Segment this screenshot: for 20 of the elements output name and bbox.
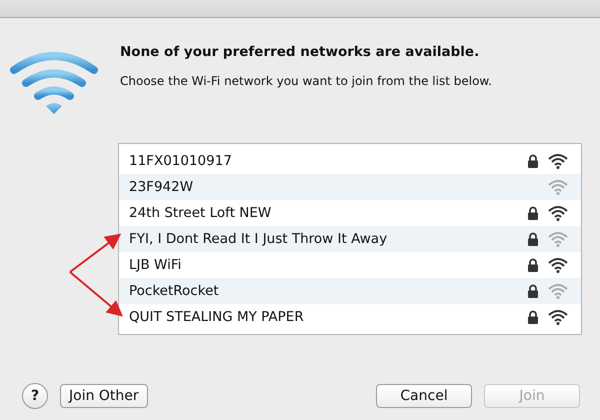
network-name: LJB WiFi	[129, 257, 182, 273]
network-row[interactable]: LJB WiFi	[119, 252, 581, 278]
join-other-button[interactable]: Join Other	[60, 384, 148, 408]
network-row[interactable]: 23F942W	[119, 174, 581, 200]
network-row[interactable]: PocketRocket	[119, 278, 581, 304]
dialog-message: Choose the Wi-Fi network you want to join from the list below.	[120, 74, 492, 88]
network-name: PocketRocket	[129, 283, 220, 299]
network-name: 24th Street Loft NEW	[129, 205, 272, 221]
network-row[interactable]: FYI, I Dont Read It I Just Throw It Away	[119, 226, 581, 252]
network-row[interactable]: 24th Street Loft NEW	[119, 200, 581, 226]
network-name: 11FX01010917	[129, 153, 233, 169]
network-name: 23F942W	[129, 179, 194, 195]
network-row[interactable]: QUIT STEALING MY PAPER	[119, 304, 581, 330]
network-name: QUIT STEALING MY PAPER	[129, 309, 305, 325]
dialog-heading: None of your preferred networks are available.	[120, 44, 480, 60]
wifi-icon	[10, 50, 98, 116]
help-button[interactable]: ?	[22, 383, 48, 409]
cancel-button[interactable]: Cancel	[376, 384, 472, 408]
network-row[interactable]: 11FX01010917	[119, 148, 581, 174]
network-name: FYI, I Dont Read It I Just Throw It Away	[129, 231, 388, 247]
